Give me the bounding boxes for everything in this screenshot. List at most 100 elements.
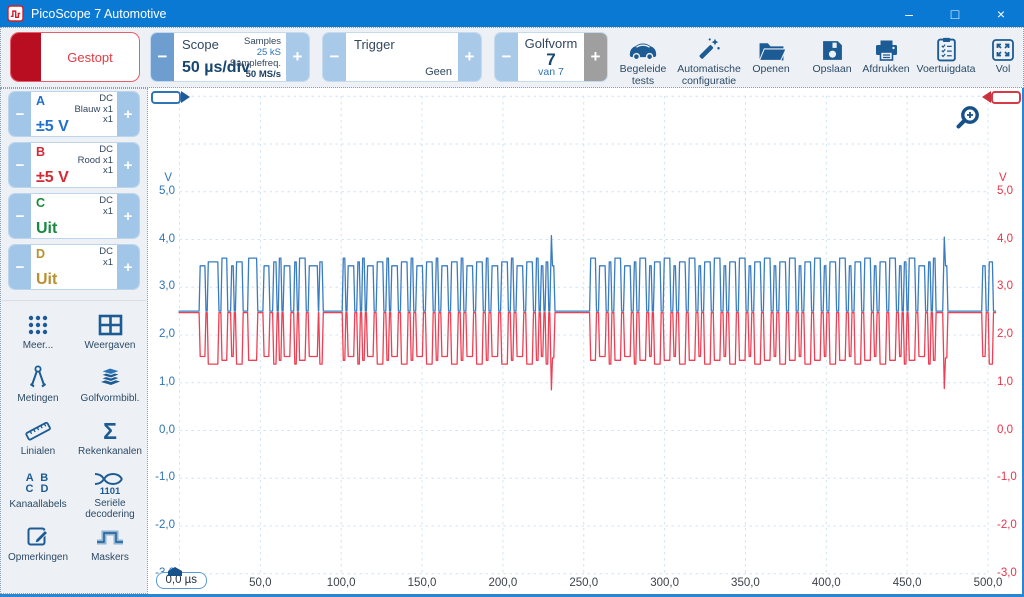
channel-b-probe: Rood x1 xyxy=(78,155,113,166)
zoom-overview-icon[interactable] xyxy=(954,104,982,132)
waveform-canvas[interactable] xyxy=(148,88,1022,594)
channel-a-card[interactable]: − A DC Blauw x1 x1 ±5 V + xyxy=(8,91,140,137)
samples-label: Samples xyxy=(244,36,281,47)
stop-start-button[interactable]: Gestopt xyxy=(10,32,140,82)
channel-a-decrease-button[interactable]: − xyxy=(9,92,31,136)
y-tick-left: 5,0 xyxy=(148,185,178,197)
auto-setup-button[interactable]: Automatische configuratie xyxy=(674,33,744,87)
views-label: Weergaven xyxy=(85,340,136,351)
timebase-decrease-button[interactable]: − xyxy=(151,33,174,81)
waveform-label: Golfvorm xyxy=(518,36,584,51)
samplerate-value: 50 MS/s xyxy=(246,69,281,80)
masks-label: Maskers xyxy=(91,552,129,563)
waveform-library-button[interactable]: Golfvormbibl. xyxy=(74,361,146,414)
save-button[interactable]: Opslaan xyxy=(806,33,858,87)
views-button[interactable]: Weergaven xyxy=(74,308,146,361)
trigger-mode: Geen xyxy=(425,66,452,78)
channel-c-letter: C xyxy=(36,196,45,210)
y-tick-left: -2,0 xyxy=(148,519,178,531)
notes-button[interactable]: Opmerkingen xyxy=(2,520,74,573)
notes-label: Opmerkingen xyxy=(8,552,68,563)
masks-button[interactable]: Maskers xyxy=(74,520,146,573)
grid-dots-icon xyxy=(26,310,50,339)
guided-tests-button[interactable]: Begeleide tests xyxy=(612,33,674,87)
app-logo-icon xyxy=(7,5,24,22)
maximize-button[interactable]: □ xyxy=(932,0,978,27)
channel-labels-icon: A BC D xyxy=(26,469,51,498)
waveform-buffer-panel[interactable]: − Golfvorm 7 van 7 + xyxy=(494,32,608,82)
stopped-indicator xyxy=(11,33,41,81)
auto-setup-label: Automatische configuratie xyxy=(677,64,741,87)
trigger-decrease-button[interactable]: − xyxy=(323,33,346,81)
trigger-panel[interactable]: − Trigger Geen + xyxy=(322,32,482,82)
title-bar: PicoScope 7 Automotive – □ × xyxy=(0,0,1024,27)
channel-b-attenuation: x1 xyxy=(103,165,113,176)
waveform-next-button[interactable]: + xyxy=(584,33,607,81)
scope-view[interactable]: V 5,04,03,02,01,00,0-1,0-2,0-3,0 V 5,04,… xyxy=(148,88,1022,594)
y-axis-right-unit: V xyxy=(993,172,1023,184)
open-label: Openen xyxy=(752,64,789,76)
channel-c-range: Uit xyxy=(36,220,57,238)
channel-b-offset-arrow-icon xyxy=(982,91,991,103)
y-tick-right: 3,0 xyxy=(993,280,1023,292)
channel-b-letter: B xyxy=(36,145,45,159)
timebase-increase-button[interactable]: + xyxy=(286,33,309,81)
channel-b-decrease-button[interactable]: − xyxy=(9,143,31,187)
picoscope-window: PicoScope 7 Automotive – □ × Gestopt − S… xyxy=(0,0,1024,597)
y-tick-left: 4,0 xyxy=(148,233,178,245)
channel-d-card[interactable]: − D DC x1 Uit + xyxy=(8,244,140,290)
channel-c-increase-button[interactable]: + xyxy=(117,194,139,238)
views-icon xyxy=(98,310,123,339)
channel-c-card[interactable]: − C DC x1 Uit + xyxy=(8,193,140,239)
channel-a-increase-button[interactable]: + xyxy=(117,92,139,136)
close-button[interactable]: × xyxy=(978,0,1024,27)
channel-d-attenuation: x1 xyxy=(103,257,113,268)
rulers-button[interactable]: Linialen xyxy=(2,414,74,467)
expand-icon xyxy=(991,33,1015,62)
serial-decoding-button[interactable]: 1101 Seriële decodering xyxy=(74,467,146,520)
vehicle-data-button[interactable]: Voertuigdata xyxy=(914,33,978,87)
y-tick-right: -2,0 xyxy=(993,519,1023,531)
open-button[interactable]: Openen xyxy=(746,33,796,87)
channel-b-increase-button[interactable]: + xyxy=(117,143,139,187)
trigger-increase-button[interactable]: + xyxy=(458,33,481,81)
y-tick-left: 0,0 xyxy=(148,424,178,436)
print-button[interactable]: Afdrukken xyxy=(858,33,914,87)
y-tick-right: 2,0 xyxy=(993,328,1023,340)
channel-b-coupling: DC xyxy=(99,144,113,155)
more-button[interactable]: Meer... xyxy=(2,308,74,361)
y-tick-left: 2,0 xyxy=(148,328,178,340)
channel-c-decrease-button[interactable]: − xyxy=(9,194,31,238)
fullscreen-button[interactable]: Vol xyxy=(982,33,1024,87)
math-channels-button[interactable]: Σ Rekenkanalen xyxy=(74,414,146,467)
channel-b-offset-marker[interactable] xyxy=(991,91,1021,104)
printer-icon xyxy=(874,33,899,62)
channel-labels-button[interactable]: A BC D Kanaallabels xyxy=(2,467,74,520)
channel-b-card[interactable]: − B DC Rood x1 x1 ±5 V + xyxy=(8,142,140,188)
channel-d-decrease-button[interactable]: − xyxy=(9,245,31,289)
timebase-panel[interactable]: − Scope 50 µs/div Samples 25 kS Samplefr… xyxy=(150,32,310,82)
y-tick-left: 3,0 xyxy=(148,280,178,292)
y-tick-right: -3,0 xyxy=(993,567,1023,579)
notes-icon xyxy=(26,522,50,551)
channel-d-letter: D xyxy=(36,247,45,261)
scope-label: Scope xyxy=(182,37,219,52)
channel-d-increase-button[interactable]: + xyxy=(117,245,139,289)
serial-decoding-label: Seriële decodering xyxy=(74,498,146,520)
channel-a-offset-marker[interactable] xyxy=(151,91,181,104)
y-tick-right: 4,0 xyxy=(993,233,1023,245)
channel-d-range: Uit xyxy=(36,271,57,289)
svg-text:1101: 1101 xyxy=(100,486,121,496)
y-axis-left-unit: V xyxy=(148,172,178,184)
y-axis-left[interactable]: V 5,04,03,02,01,00,0-1,0-2,0-3,0 xyxy=(148,88,178,594)
channel-a-coupling: DC xyxy=(99,93,113,104)
waveform-previous-button[interactable]: − xyxy=(495,33,518,81)
channel-a-letter: A xyxy=(36,94,45,108)
save-icon xyxy=(821,33,844,62)
minimize-button[interactable]: – xyxy=(886,0,932,27)
y-tick-right: 0,0 xyxy=(993,424,1023,436)
ruler-icon xyxy=(25,416,51,445)
y-axis-right[interactable]: V 5,04,03,02,01,00,0-1,0-2,0-3,0 xyxy=(993,88,1023,594)
measurements-button[interactable]: Metingen xyxy=(2,361,74,414)
y-tick-right: 1,0 xyxy=(993,376,1023,388)
